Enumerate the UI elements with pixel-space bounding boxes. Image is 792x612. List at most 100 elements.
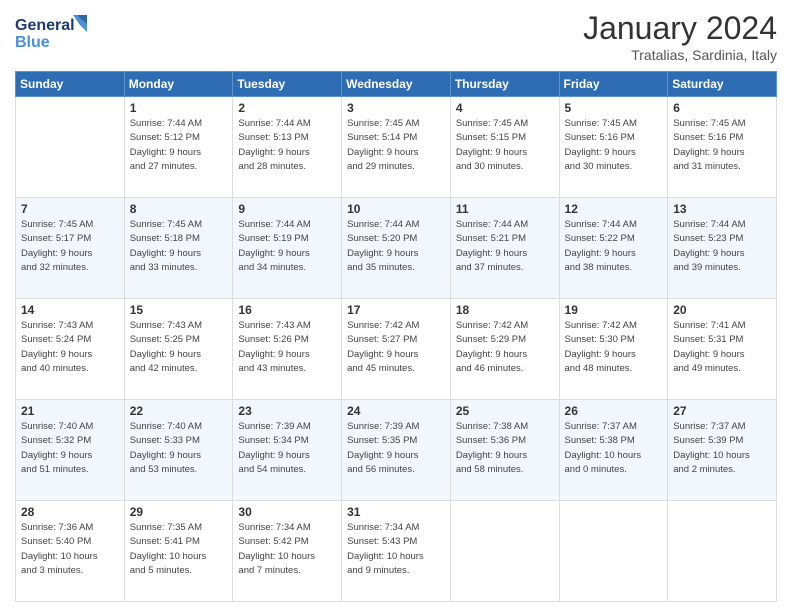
day-number: 18 (456, 303, 554, 317)
page: General Blue January 2024 Tratalias, Sar… (0, 0, 792, 612)
calendar-cell: 18 Sunrise: 7:42 AM Sunset: 5:29 PM Dayli… (450, 299, 559, 400)
day-info: Sunrise: 7:44 AM Sunset: 5:20 PM Dayligh… (347, 218, 445, 275)
calendar-week-4: 21Sunrise: 7:40 AM Sunset: 5:32 PM Dayli… (16, 400, 777, 501)
day-info: Sunrise: 7:40 AM Sunset: 5:33 PM Dayligh… (130, 420, 228, 477)
calendar-cell: 20Sunrise: 7:41 AM Sunset: 5:31 PM Dayli… (668, 299, 777, 400)
calendar-cell: 21Sunrise: 7:40 AM Sunset: 5:32 PM Dayli… (16, 400, 125, 501)
calendar-week-1: 1Sunrise: 7:44 AM Sunset: 5:12 PM Daylig… (16, 97, 777, 198)
calendar-cell (668, 501, 777, 602)
day-info: Sunrise: 7:43 AM Sunset: 5:24 PM Dayligh… (21, 319, 119, 376)
header: General Blue January 2024 Tratalias, Sar… (15, 10, 777, 63)
day-number: 21 (21, 404, 119, 418)
day-info: Sunrise: 7:43 AM Sunset: 5:26 PM Dayligh… (238, 319, 336, 376)
calendar-cell: 7 Sunrise: 7:45 AM Sunset: 5:17 PM Daylig… (16, 198, 125, 299)
day-info: Sunrise: 7:44 AM Sunset: 5:23 PM Dayligh… (673, 218, 771, 275)
calendar-cell: 5 Sunrise: 7:45 AM Sunset: 5:16 PM Daylig… (559, 97, 668, 198)
day-number: 16 (238, 303, 336, 317)
calendar-cell: 24Sunrise: 7:39 AM Sunset: 5:35 PM Dayli… (342, 400, 451, 501)
weekday-header-friday: Friday (559, 72, 668, 97)
day-info: Sunrise: 7:43 AM Sunset: 5:25 PM Dayligh… (130, 319, 228, 376)
day-info: Sunrise: 7:44 AM Sunset: 5:22 PM Dayligh… (565, 218, 663, 275)
day-number: 4 (456, 101, 554, 115)
day-number: 22 (130, 404, 228, 418)
calendar-cell: 23Sunrise: 7:39 AM Sunset: 5:34 PM Dayli… (233, 400, 342, 501)
calendar-cell: 25 Sunrise: 7:38 AM Sunset: 5:36 PM Dayli… (450, 400, 559, 501)
day-number: 29 (130, 505, 228, 519)
day-info: Sunrise: 7:35 AM Sunset: 5:41 PM Dayligh… (130, 521, 228, 578)
day-number: 3 (347, 101, 445, 115)
day-info: Sunrise: 7:45 AM Sunset: 5:16 PM Dayligh… (565, 117, 663, 174)
calendar-cell: 16 Sunrise: 7:43 AM Sunset: 5:26 PM Dayli… (233, 299, 342, 400)
day-info: Sunrise: 7:45 AM Sunset: 5:14 PM Dayligh… (347, 117, 445, 174)
day-number: 30 (238, 505, 336, 519)
calendar-cell: 28 Sunrise: 7:36 AM Sunset: 5:40 PM Dayli… (16, 501, 125, 602)
location-subtitle: Tratalias, Sardinia, Italy (583, 47, 777, 63)
day-number: 8 (130, 202, 228, 216)
calendar-cell: 31Sunrise: 7:34 AM Sunset: 5:43 PM Dayli… (342, 501, 451, 602)
calendar-cell (559, 501, 668, 602)
day-number: 11 (456, 202, 554, 216)
day-number: 26 (565, 404, 663, 418)
day-number: 12 (565, 202, 663, 216)
calendar-cell: 1Sunrise: 7:44 AM Sunset: 5:12 PM Daylig… (124, 97, 233, 198)
day-info: Sunrise: 7:36 AM Sunset: 5:40 PM Dayligh… (21, 521, 119, 578)
svg-text:General: General (15, 17, 75, 34)
day-number: 28 (21, 505, 119, 519)
calendar-cell: 14 Sunrise: 7:43 AM Sunset: 5:24 PM Dayli… (16, 299, 125, 400)
day-info: Sunrise: 7:44 AM Sunset: 5:21 PM Dayligh… (456, 218, 554, 275)
calendar-cell: 4Sunrise: 7:45 AM Sunset: 5:15 PM Daylig… (450, 97, 559, 198)
day-number: 13 (673, 202, 771, 216)
day-number: 10 (347, 202, 445, 216)
calendar-table: SundayMondayTuesdayWednesdayThursdayFrid… (15, 71, 777, 602)
day-number: 19 (565, 303, 663, 317)
day-info: Sunrise: 7:42 AM Sunset: 5:27 PM Dayligh… (347, 319, 445, 376)
day-info: Sunrise: 7:45 AM Sunset: 5:18 PM Dayligh… (130, 218, 228, 275)
day-number: 27 (673, 404, 771, 418)
day-info: Sunrise: 7:38 AM Sunset: 5:36 PM Dayligh… (456, 420, 554, 477)
calendar-cell: 17Sunrise: 7:42 AM Sunset: 5:27 PM Dayli… (342, 299, 451, 400)
day-info: Sunrise: 7:44 AM Sunset: 5:13 PM Dayligh… (238, 117, 336, 174)
calendar-cell: 8 Sunrise: 7:45 AM Sunset: 5:18 PM Daylig… (124, 198, 233, 299)
calendar-cell: 27 Sunrise: 7:37 AM Sunset: 5:39 PM Dayli… (668, 400, 777, 501)
day-info: Sunrise: 7:37 AM Sunset: 5:38 PM Dayligh… (565, 420, 663, 477)
calendar-cell: 19 Sunrise: 7:42 AM Sunset: 5:30 PM Dayli… (559, 299, 668, 400)
day-number: 14 (21, 303, 119, 317)
day-info: Sunrise: 7:34 AM Sunset: 5:42 PM Dayligh… (238, 521, 336, 578)
calendar-cell: 22 Sunrise: 7:40 AM Sunset: 5:33 PM Dayli… (124, 400, 233, 501)
day-info: Sunrise: 7:39 AM Sunset: 5:34 PM Dayligh… (238, 420, 336, 477)
day-number: 5 (565, 101, 663, 115)
title-area: January 2024 Tratalias, Sardinia, Italy (583, 10, 777, 63)
day-info: Sunrise: 7:45 AM Sunset: 5:16 PM Dayligh… (673, 117, 771, 174)
weekday-header-monday: Monday (124, 72, 233, 97)
svg-text:Blue: Blue (15, 34, 50, 51)
day-info: Sunrise: 7:37 AM Sunset: 5:39 PM Dayligh… (673, 420, 771, 477)
calendar-cell (450, 501, 559, 602)
logo: General Blue (15, 10, 95, 57)
weekday-header-tuesday: Tuesday (233, 72, 342, 97)
day-info: Sunrise: 7:34 AM Sunset: 5:43 PM Dayligh… (347, 521, 445, 578)
day-info: Sunrise: 7:44 AM Sunset: 5:12 PM Dayligh… (130, 117, 228, 174)
day-info: Sunrise: 7:45 AM Sunset: 5:17 PM Dayligh… (21, 218, 119, 275)
day-number: 24 (347, 404, 445, 418)
weekday-header-thursday: Thursday (450, 72, 559, 97)
calendar-cell: 2Sunrise: 7:44 AM Sunset: 5:13 PM Daylig… (233, 97, 342, 198)
weekday-header-wednesday: Wednesday (342, 72, 451, 97)
day-number: 25 (456, 404, 554, 418)
calendar-cell: 15 Sunrise: 7:43 AM Sunset: 5:25 PM Dayli… (124, 299, 233, 400)
weekday-header-row: SundayMondayTuesdayWednesdayThursdayFrid… (16, 72, 777, 97)
weekday-header-saturday: Saturday (668, 72, 777, 97)
calendar-cell: 3 Sunrise: 7:45 AM Sunset: 5:14 PM Daylig… (342, 97, 451, 198)
calendar-cell: 10 Sunrise: 7:44 AM Sunset: 5:20 PM Dayli… (342, 198, 451, 299)
day-number: 20 (673, 303, 771, 317)
day-number: 7 (21, 202, 119, 216)
day-info: Sunrise: 7:42 AM Sunset: 5:30 PM Dayligh… (565, 319, 663, 376)
day-number: 15 (130, 303, 228, 317)
month-title: January 2024 (583, 10, 777, 47)
logo-area: General Blue (15, 10, 95, 57)
calendar-cell: 12 Sunrise: 7:44 AM Sunset: 5:22 PM Dayli… (559, 198, 668, 299)
day-info: Sunrise: 7:42 AM Sunset: 5:29 PM Dayligh… (456, 319, 554, 376)
day-number: 6 (673, 101, 771, 115)
calendar-cell: 29 Sunrise: 7:35 AM Sunset: 5:41 PM Dayli… (124, 501, 233, 602)
calendar-cell: 30 Sunrise: 7:34 AM Sunset: 5:42 PM Dayli… (233, 501, 342, 602)
calendar-week-2: 7 Sunrise: 7:45 AM Sunset: 5:17 PM Daylig… (16, 198, 777, 299)
